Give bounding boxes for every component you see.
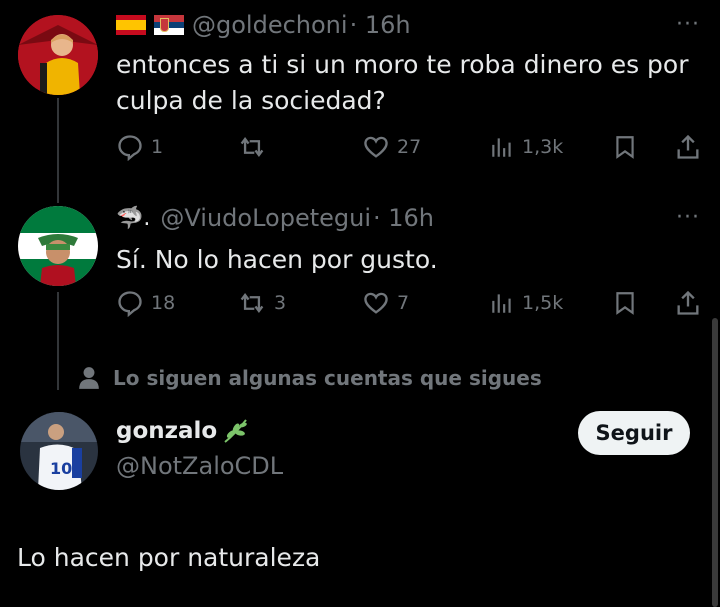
tweet-handle[interactable]: @ViudoLopetegui bbox=[160, 204, 371, 232]
thread-line bbox=[57, 98, 59, 203]
svg-text:10: 10 bbox=[50, 459, 72, 478]
tweet-text: Sí. No lo hacen por gusto. bbox=[116, 245, 438, 274]
like-button[interactable]: 7 bbox=[362, 289, 409, 317]
reply-button[interactable]: 1 bbox=[116, 133, 163, 161]
share-button[interactable] bbox=[674, 289, 702, 317]
retweet-count: 3 bbox=[274, 292, 287, 314]
more-options-icon[interactable]: ··· bbox=[676, 12, 700, 37]
reply-icon bbox=[118, 291, 142, 317]
bookmark-button[interactable] bbox=[612, 133, 638, 161]
views-button[interactable]: 1,5k bbox=[489, 289, 563, 317]
person-icon bbox=[79, 367, 99, 389]
views-count: 1,5k bbox=[522, 292, 564, 314]
share-button[interactable] bbox=[674, 133, 702, 161]
tweet-text-line: culpa de la sociedad? bbox=[116, 86, 386, 115]
social-context: Lo siguen algunas cuentas que sigues bbox=[78, 366, 542, 390]
tweet-header: @goldechoni · 16h bbox=[116, 8, 411, 42]
heart-icon bbox=[364, 136, 388, 158]
scrollbar[interactable] bbox=[712, 318, 718, 607]
retweet-button[interactable]: 3 bbox=[237, 289, 286, 317]
bookmark-icon bbox=[616, 292, 634, 315]
tweet-header: 🦈. @ViudoLopetegui · 16h bbox=[116, 201, 434, 235]
follow-button[interactable]: Seguir bbox=[578, 411, 690, 455]
share-icon bbox=[677, 290, 699, 315]
views-count: 1,3k bbox=[522, 136, 564, 158]
avatar[interactable] bbox=[18, 15, 98, 95]
spain-flag-icon bbox=[116, 15, 146, 35]
views-button[interactable]: 1,3k bbox=[489, 133, 563, 161]
like-count: 27 bbox=[397, 136, 422, 158]
retweet-icon bbox=[240, 137, 264, 157]
profile-handle[interactable]: @NotZaloCDL bbox=[116, 452, 283, 480]
reply-button[interactable]: 18 bbox=[116, 289, 175, 317]
retweet-button[interactable] bbox=[237, 133, 274, 161]
reply-count: 1 bbox=[151, 136, 164, 158]
social-context-text: Lo siguen algunas cuentas que sigues bbox=[113, 366, 542, 390]
views-icon bbox=[492, 294, 511, 313]
profile-bio: Lo hacen por naturaleza bbox=[17, 543, 321, 572]
display-name[interactable]: 🦈. bbox=[116, 206, 150, 231]
retweet-icon bbox=[240, 293, 264, 313]
tweet-text-line: entonces a ti si un moro te roba dinero … bbox=[116, 50, 689, 79]
tweet-time[interactable]: · 16h bbox=[373, 204, 434, 232]
bookmark-button[interactable] bbox=[612, 289, 638, 317]
serbia-flag-icon bbox=[154, 15, 184, 35]
avatar[interactable] bbox=[18, 206, 98, 286]
tweet-time[interactable]: · 16h bbox=[350, 11, 411, 39]
thread-line bbox=[57, 292, 59, 390]
reply-count: 18 bbox=[151, 292, 176, 314]
tweet-handle[interactable]: @goldechoni bbox=[192, 11, 348, 39]
heart-icon bbox=[364, 292, 388, 314]
share-icon bbox=[677, 134, 699, 159]
more-options-icon[interactable]: ··· bbox=[676, 205, 700, 230]
leaf-icon bbox=[224, 419, 248, 443]
reply-icon bbox=[118, 135, 142, 161]
profile-name-row: gonzalo bbox=[116, 416, 251, 446]
like-count: 7 bbox=[397, 292, 410, 314]
tweet-text: entonces a ti si un moro te roba dinero … bbox=[116, 47, 689, 119]
avatar[interactable]: 10 bbox=[20, 412, 98, 490]
like-button[interactable]: 27 bbox=[362, 133, 421, 161]
profile-name[interactable]: gonzalo bbox=[116, 418, 217, 444]
bookmark-icon bbox=[616, 136, 634, 159]
views-icon bbox=[492, 138, 511, 157]
